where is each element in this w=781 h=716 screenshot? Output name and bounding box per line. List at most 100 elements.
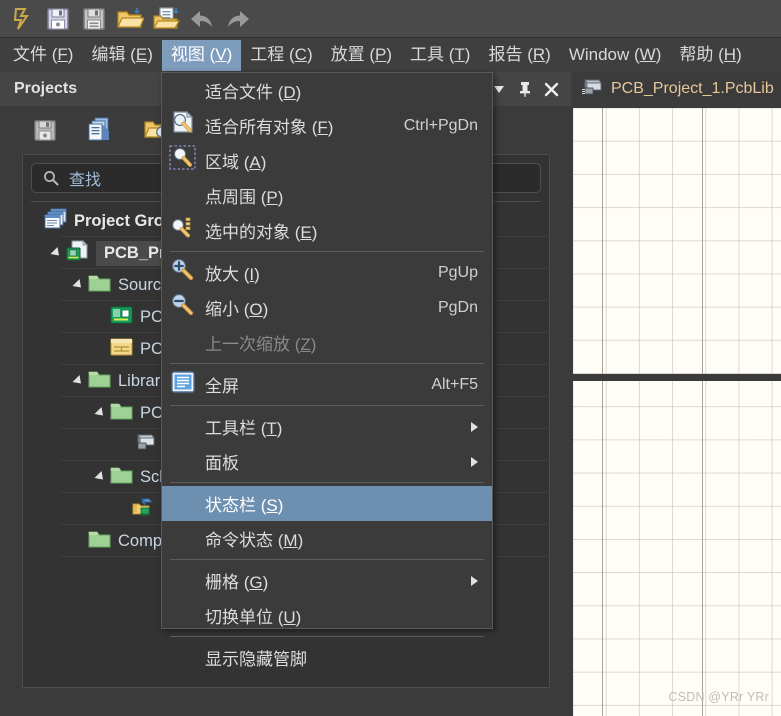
menu-item-text: 面板 — [205, 454, 239, 473]
pin-icon[interactable] — [517, 81, 533, 97]
menu-item-切换单位[interactable]: 切换单位 (U) — [162, 598, 492, 633]
open-folder-icon[interactable] — [114, 3, 146, 35]
menubar-item-文件[interactable]: 文件 (F) — [4, 40, 82, 71]
folder-icon — [88, 369, 112, 394]
tree-expand-arrow-icon[interactable] — [50, 246, 63, 260]
menu-item-accesskey-letter: S — [266, 496, 278, 515]
zoom-area-icon — [167, 145, 199, 176]
menu-icon-placeholder — [167, 447, 199, 477]
pcb-doc-icon — [110, 305, 134, 330]
menu-item-上一次缩放: 上一次缩放 (Z) — [162, 325, 492, 360]
menu-item-label: 栅格 (G) — [205, 568, 268, 593]
menubar-item-accesskey: (P) — [364, 44, 393, 64]
menu-item-label: 切换单位 (U) — [205, 603, 301, 628]
menu-item-accesskey-letter: A — [249, 153, 261, 172]
menu-item-accesskey-letter: T — [266, 419, 277, 438]
menu-item-全屏[interactable]: 全屏 Alt+F5 — [162, 367, 492, 402]
tree-item-icon — [131, 433, 157, 456]
menu-item-label: 显示隐藏管脚 — [205, 645, 307, 670]
menu-item-text: 切换单位 — [205, 608, 273, 627]
menu-item-区域[interactable]: 区域 (A) — [162, 143, 492, 178]
submenu-arrow-icon — [471, 456, 478, 467]
menu-item-accesskey: (T) — [256, 419, 283, 438]
menu-item-label: 区域 (A) — [205, 148, 266, 173]
tree-item-icon — [109, 338, 135, 360]
open-document-icon[interactable] — [150, 3, 182, 35]
menubar-item-label: 报告 — [488, 44, 523, 64]
menu-item-label: 选中的对象 (E) — [205, 218, 317, 243]
menu-icon-placeholder — [167, 643, 199, 673]
folder-icon — [88, 273, 112, 298]
search-icon — [42, 170, 59, 187]
menu-item-label: 上一次缩放 (Z) — [205, 330, 316, 355]
tree-expand-arrow-icon[interactable] — [72, 374, 85, 388]
menu-item-text: 放大 — [205, 265, 239, 284]
menu-item-accesskey: (D) — [273, 83, 302, 102]
canvas-horizontal-divider[interactable] — [571, 374, 781, 381]
menu-item-accesskey: (O) — [239, 300, 269, 319]
menu-item-accesskey: (G) — [239, 573, 269, 592]
menubar-item-视图[interactable]: 视图 (V) — [161, 39, 242, 71]
menubar-item-帮助[interactable]: 帮助 (H) — [670, 40, 750, 71]
save-icon[interactable] — [42, 3, 74, 35]
menu-item-选中的对象[interactable]: 选中的对象 (E) — [162, 213, 492, 248]
menu-item-适合所有对象[interactable]: 适合所有对象 (F) Ctrl+PgDn — [162, 108, 492, 143]
menubar-item-报告[interactable]: 报告 (R) — [479, 40, 559, 71]
save-all-icon[interactable] — [78, 3, 110, 35]
panel-dropdown-icon[interactable] — [491, 81, 507, 97]
menubar-item-放置[interactable]: 放置 (P) — [322, 40, 401, 71]
menubar-item-工程[interactable]: 工程 (C) — [241, 40, 321, 71]
close-icon[interactable] — [543, 81, 559, 97]
menu-item-accesskey-letter: F — [317, 118, 328, 137]
menubar-item-accesskey: (T) — [444, 44, 471, 64]
menubar-item-编辑[interactable]: 编辑 (E) — [82, 40, 161, 71]
pcb-project-icon — [66, 239, 90, 267]
menu-item-text: 显示隐藏管脚 — [205, 650, 307, 669]
altium-logo-icon[interactable] — [6, 3, 38, 35]
pcblib-icon — [579, 77, 603, 102]
panel-title: Projects — [14, 80, 78, 97]
menu-item-显示隐藏管脚[interactable]: 显示隐藏管脚 — [162, 640, 492, 675]
view-menu-dropdown: 适合文件 (D) 适合所有对象 (F) Ctrl+PgDn 区域 (A) 点周围 (… — [161, 72, 493, 669]
menu-separator — [170, 559, 484, 560]
menu-item-栅格[interactable]: 栅格 (G) — [162, 563, 492, 598]
pcb-library-canvas[interactable] — [573, 108, 781, 716]
menubar-item-label: 视图 — [170, 44, 205, 64]
menu-item-shortcut: Alt+F5 — [431, 375, 478, 393]
tree-expand-arrow-icon[interactable] — [94, 470, 107, 484]
menu-item-面板[interactable]: 面板 — [162, 444, 492, 479]
menu-item-工具栏[interactable]: 工具栏 (T) — [162, 409, 492, 444]
menu-icon-placeholder — [167, 328, 199, 358]
zoom-out-icon — [167, 293, 199, 323]
tree-expand-arrow-icon[interactable] — [94, 406, 107, 420]
menubar-item-accesskey: (F) — [47, 44, 74, 64]
tree-expand-arrow-icon[interactable] — [72, 278, 85, 292]
menu-item-text: 选中的对象 — [205, 223, 290, 242]
menu-item-accesskey: (M) — [273, 531, 304, 550]
menu-item-命令状态[interactable]: 命令状态 (M) — [162, 521, 492, 556]
menu-item-放大[interactable]: 放大 (I) PgUp — [162, 255, 492, 290]
document-tab-label: PCB_Project_1.PcbLib — [611, 80, 774, 97]
save-project-icon[interactable] — [30, 115, 60, 145]
menubar-item-Window[interactable]: Window (W) — [560, 40, 671, 71]
sch-doc-icon — [110, 337, 134, 362]
menubar-item-工具[interactable]: 工具 (T) — [401, 40, 479, 71]
folder-icon — [88, 529, 112, 554]
menu-item-accesskey: (Z) — [290, 335, 317, 354]
copy-documents-icon[interactable] — [86, 115, 116, 145]
menu-item-text: 适合所有对象 — [205, 118, 307, 137]
project-group-icon — [44, 208, 68, 235]
menu-item-状态栏[interactable]: 状态栏 (S) — [162, 486, 492, 521]
document-tab-pcblib[interactable]: PCB_Project_1.PcbLib — [571, 72, 781, 106]
folder-icon — [110, 465, 134, 490]
menubar-item-label: 文件 — [13, 44, 47, 64]
redo-icon[interactable] — [222, 3, 254, 35]
tree-item-icon — [87, 370, 113, 392]
menu-item-点周围[interactable]: 点周围 (P) — [162, 178, 492, 213]
menu-item-缩小[interactable]: 缩小 (O) PgDn — [162, 290, 492, 325]
undo-icon[interactable] — [186, 3, 218, 35]
menu-item-适合文件[interactable]: 适合文件 (D) — [162, 73, 492, 108]
menubar-item-accesskey: (R) — [522, 44, 551, 64]
tree-item-icon — [109, 402, 135, 424]
menu-item-label: 适合文件 (D) — [205, 78, 301, 103]
